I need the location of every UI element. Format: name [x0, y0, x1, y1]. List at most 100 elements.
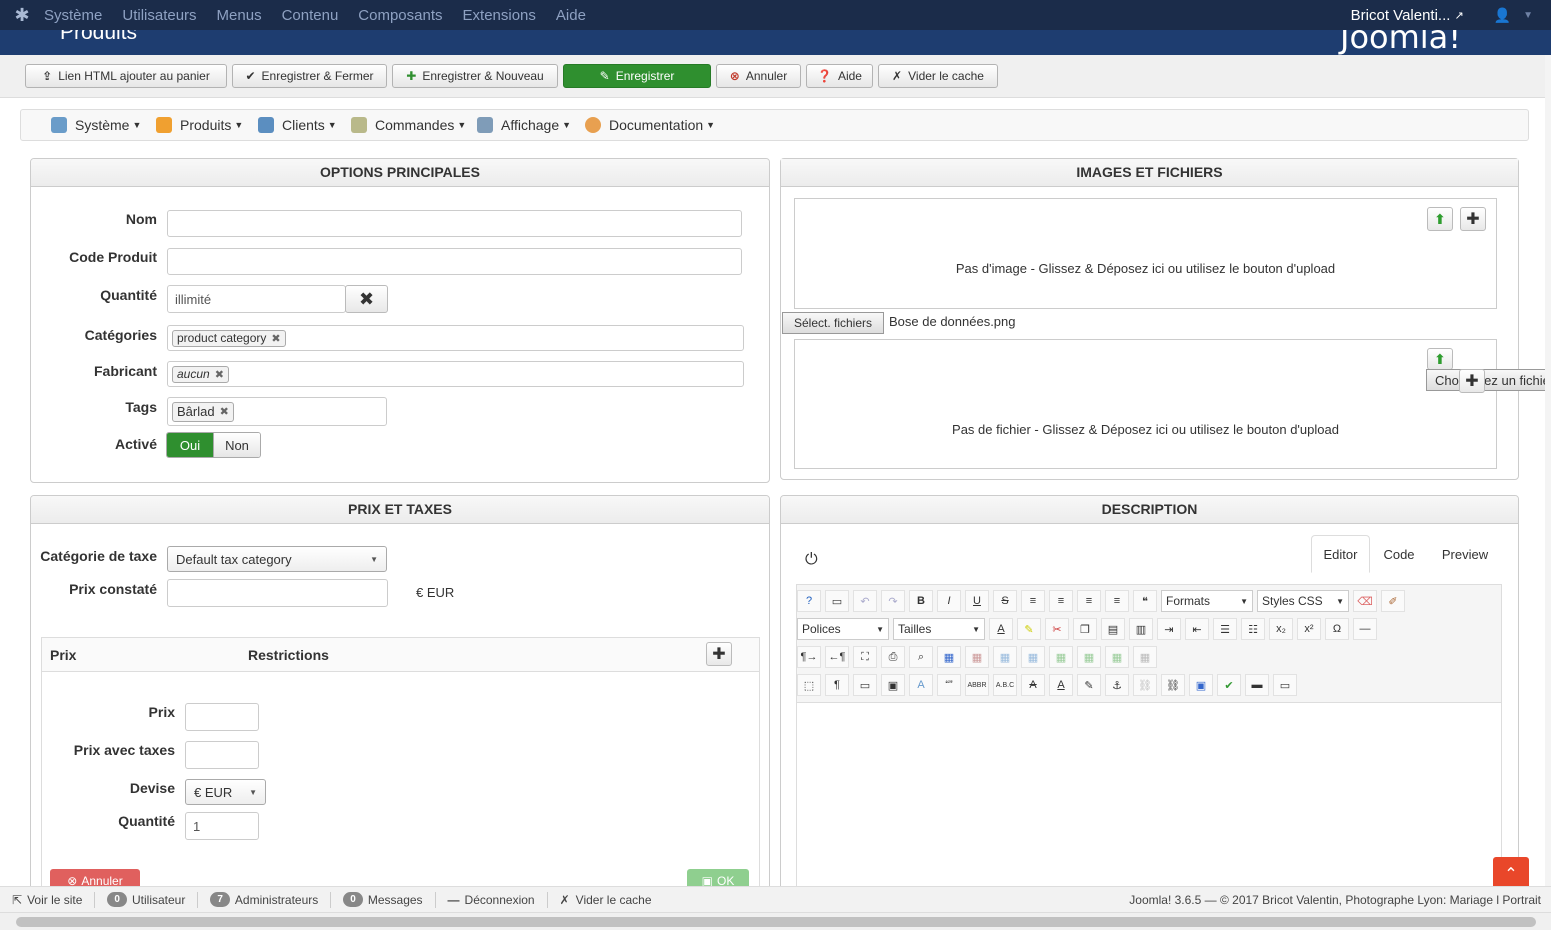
template-icon[interactable]: ▭: [853, 674, 877, 696]
product-code-input[interactable]: [167, 248, 742, 275]
copy-icon[interactable]: ❐: [1073, 618, 1097, 640]
pilcrow-icon[interactable]: ¶: [825, 674, 849, 696]
upload-file-button[interactable]: ⬆: [1427, 348, 1453, 370]
ltr-icon[interactable]: ¶→: [797, 646, 821, 668]
italic-icon[interactable]: I: [937, 590, 961, 612]
joomla-logo-icon[interactable]: ✱: [0, 0, 44, 30]
site-name-link[interactable]: Bricot Valenti...: [1351, 7, 1451, 24]
image-dropzone[interactable]: Pas d'image - Glissez & Déposez ici ou u…: [794, 198, 1497, 309]
highlight-icon[interactable]: ✎: [1017, 618, 1041, 640]
layer-icon[interactable]: ▣: [881, 674, 905, 696]
tax-category-select[interactable]: Default tax category ▼: [167, 546, 387, 572]
upload-image-button[interactable]: ⬆: [1427, 207, 1453, 231]
menu-menus[interactable]: Menus: [217, 7, 262, 24]
row-before-icon[interactable]: ▦: [993, 646, 1017, 668]
styles-select[interactable]: Styles CSS ▼: [1257, 590, 1349, 612]
messages-link[interactable]: 0 Messages: [343, 892, 423, 907]
tags-input[interactable]: Bârlad ✖: [167, 397, 387, 426]
tab-code[interactable]: Code: [1373, 535, 1425, 573]
add-file-button[interactable]: ✚: [1459, 369, 1485, 393]
eraser-icon[interactable]: ⌫: [1353, 590, 1377, 612]
blockquote-icon[interactable]: ❝: [1133, 590, 1157, 612]
visual-aid-icon[interactable]: ⬚: [797, 674, 821, 696]
comp-menu-commandes[interactable]: Commandes ▼: [351, 117, 466, 133]
anchor-icon[interactable]: ⚓: [1105, 674, 1129, 696]
outdent-icon[interactable]: ⇤: [1185, 618, 1209, 640]
currency-select[interactable]: € EUR ▼: [185, 779, 266, 805]
brush-icon[interactable]: ✐: [1381, 590, 1405, 612]
abbr-icon[interactable]: ABBR: [965, 674, 989, 696]
cut-icon[interactable]: ✂: [1045, 618, 1069, 640]
power-toggle-icon[interactable]: ⏻: [805, 551, 818, 569]
cancel-button[interactable]: ⊗ Annuler: [716, 64, 801, 88]
superscript-icon[interactable]: x²: [1297, 618, 1321, 640]
style-icon[interactable]: A: [909, 674, 933, 696]
menu-extensions[interactable]: Extensions: [463, 7, 536, 24]
image-icon[interactable]: ▣: [1189, 674, 1213, 696]
remove-tag-icon[interactable]: ✖: [215, 368, 224, 381]
select-files-button[interactable]: Sélect. fichiers: [782, 312, 884, 334]
remove-tag-icon[interactable]: ✖: [271, 332, 280, 345]
insert-text-icon[interactable]: A: [1049, 674, 1073, 696]
row-delete-icon[interactable]: ▦: [1049, 646, 1073, 668]
choose-file-button[interactable]: Choisissez un fichier: [1426, 369, 1546, 391]
vertical-scrollbar[interactable]: [1545, 55, 1551, 886]
name-input[interactable]: [167, 210, 742, 237]
subscript-icon[interactable]: x₂: [1269, 618, 1293, 640]
html-link-button[interactable]: ⇪ Lien HTML ajouter au panier: [25, 64, 227, 88]
print-icon[interactable]: ⎙: [881, 646, 905, 668]
user-icon[interactable]: 👤: [1494, 7, 1511, 24]
clear-quantity-button[interactable]: ✖: [345, 285, 388, 313]
menu-systeme[interactable]: Système: [44, 7, 102, 24]
menu-composants[interactable]: Composants: [358, 7, 442, 24]
link-icon[interactable]: ⛓: [1161, 674, 1185, 696]
help-icon[interactable]: ?: [797, 590, 821, 612]
formats-select[interactable]: Formats ▼: [1161, 590, 1253, 612]
price-with-tax-input[interactable]: [185, 741, 259, 769]
strikethrough-icon[interactable]: S: [993, 590, 1017, 612]
view-site-link[interactable]: ⇱ Voir le site: [12, 893, 82, 907]
delete-text-icon[interactable]: A: [1021, 674, 1045, 696]
scrollbar-thumb[interactable]: [16, 917, 1536, 927]
attributes-icon[interactable]: ✎: [1077, 674, 1101, 696]
quantity-input[interactable]: illimité: [167, 285, 346, 313]
new-document-icon[interactable]: ▭: [825, 590, 849, 612]
comp-menu-clients[interactable]: Clients ▼: [258, 117, 337, 133]
bullet-list-icon[interactable]: ☷: [1241, 618, 1265, 640]
active-yes-button[interactable]: Oui: [167, 433, 213, 457]
undo-icon[interactable]: ↶: [853, 590, 877, 612]
underline-icon[interactable]: U: [965, 590, 989, 612]
align-justify-icon[interactable]: ≡: [1021, 590, 1045, 612]
media-icon[interactable]: ▬: [1245, 674, 1269, 696]
bold-icon[interactable]: B: [909, 590, 933, 612]
merge-cells-icon[interactable]: ▦: [1133, 646, 1157, 668]
horizontal-scrollbar[interactable]: [0, 912, 1551, 930]
add-price-button[interactable]: ✚: [706, 642, 732, 666]
align-left-icon[interactable]: ≡: [1077, 590, 1101, 612]
add-image-button[interactable]: ✚: [1460, 207, 1486, 231]
fullscreen-icon[interactable]: ⛶: [853, 646, 877, 668]
cite-icon[interactable]: “”: [937, 674, 961, 696]
admins-link[interactable]: 7 Administrateurs: [210, 892, 318, 907]
comp-menu-documentation[interactable]: Documentation ▼: [585, 117, 715, 133]
clear-cache-link[interactable]: ✗ Vider le cache: [560, 893, 652, 907]
logout-link[interactable]: — Déconnexion: [448, 893, 535, 907]
row-after-icon[interactable]: ▦: [1021, 646, 1045, 668]
align-center-icon[interactable]: ≡: [1049, 590, 1073, 612]
tab-preview[interactable]: Preview: [1431, 535, 1499, 573]
omega-icon[interactable]: Ω: [1325, 618, 1349, 640]
save-new-button[interactable]: ✚ Enregistrer & Nouveau: [392, 64, 558, 88]
paste-text-icon[interactable]: ▥: [1129, 618, 1153, 640]
paste-icon[interactable]: ▤: [1101, 618, 1125, 640]
spellcheck-icon[interactable]: ✔: [1217, 674, 1241, 696]
chevron-down-icon[interactable]: ▼: [1523, 10, 1533, 21]
price-input[interactable]: [185, 703, 259, 731]
editor-content-area[interactable]: [797, 703, 1501, 889]
more-icon[interactable]: ▭: [1273, 674, 1297, 696]
menu-aide[interactable]: Aide: [556, 7, 586, 24]
unlink-icon[interactable]: ⛓: [1133, 674, 1157, 696]
categories-select[interactable]: product category ✖: [167, 325, 744, 351]
redo-icon[interactable]: ↷: [881, 590, 905, 612]
indent-icon[interactable]: ⇥: [1157, 618, 1181, 640]
fonts-select[interactable]: Polices ▼: [797, 618, 889, 640]
